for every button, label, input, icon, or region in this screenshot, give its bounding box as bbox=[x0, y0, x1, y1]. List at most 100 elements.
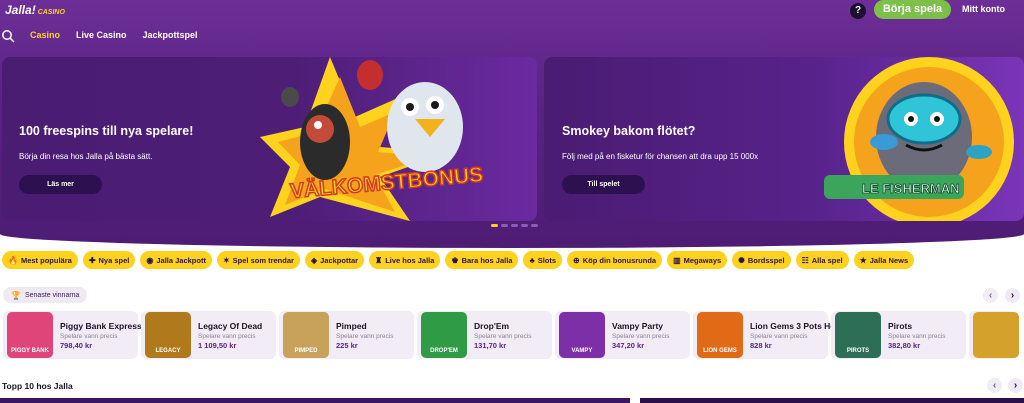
chip-icon: ✺ bbox=[738, 255, 745, 265]
winners-row: PIGGY BANK Piggy Bank Express Spelare vann… bbox=[3, 311, 1019, 359]
read-more-button[interactable]: Läs mer bbox=[19, 175, 102, 194]
chip-label: Slots bbox=[537, 255, 557, 265]
game-name: Pirots bbox=[888, 320, 913, 331]
win-amount: 225 kr bbox=[336, 340, 358, 350]
game-thumbnail: LEGACY bbox=[145, 312, 191, 358]
winner-subtitle: Spelare vann precis bbox=[474, 332, 532, 340]
game-thumbnail bbox=[973, 312, 1019, 358]
game-name: Drop'Em bbox=[474, 320, 510, 331]
category-chip[interactable]: ★ Jalla News bbox=[853, 251, 915, 269]
to-game-button[interactable]: Till spelet bbox=[562, 175, 645, 194]
banner-title: 100 freespins till nya spelare! bbox=[19, 124, 194, 138]
winner-subtitle: Spelare vann precis bbox=[750, 332, 808, 340]
game-name: Piggy Bank Express bbox=[60, 320, 142, 331]
winner-card[interactable]: DROP'EM Drop'Em Spelare vann precis 131,70 … bbox=[417, 311, 552, 359]
chip-label: Spel som trendar bbox=[232, 255, 294, 265]
chip-icon: ★ bbox=[859, 255, 867, 265]
winner-card[interactable] bbox=[969, 311, 1019, 359]
game-thumbnail: PIMPED bbox=[283, 312, 329, 358]
nav-jackpot-games[interactable]: Jackpottspel bbox=[143, 30, 198, 40]
winner-subtitle: Spelare vann precis bbox=[612, 332, 670, 340]
chip-label: Megaways bbox=[683, 255, 722, 265]
winner-info: Piggy Bank Express Spelare vann precis 798… bbox=[60, 321, 142, 350]
top10-preview-strip bbox=[0, 398, 630, 403]
win-amount: 131,70 kr bbox=[474, 340, 507, 350]
top10-prev-button[interactable]: ‹ bbox=[987, 378, 1002, 393]
top-section: Jalla! CASINO ? Börja spela Mitt konto C… bbox=[0, 0, 1024, 248]
banner-title: Smokey bakom flötet? bbox=[562, 124, 696, 138]
winner-card[interactable]: PIROTS Pirots Spelare vann precis 382,80 kr bbox=[831, 311, 966, 359]
logo-text: Jalla! bbox=[5, 3, 36, 17]
category-chip[interactable]: ⊕ Köp din bonusrunda bbox=[567, 251, 663, 269]
winner-card[interactable]: PIGGY BANK Piggy Bank Express Spelare vann… bbox=[3, 311, 142, 359]
game-thumbnail-text: DROP'EM bbox=[430, 348, 458, 354]
account-link[interactable]: Mitt konto bbox=[962, 4, 1005, 14]
category-chip[interactable]: ♣ Slots bbox=[523, 251, 563, 269]
top10-preview-strip bbox=[640, 398, 1024, 403]
top10-next-button[interactable]: › bbox=[1008, 378, 1023, 393]
nav-casino[interactable]: Casino bbox=[30, 30, 60, 40]
game-thumbnail: LION GEMS bbox=[697, 312, 743, 358]
latest-winners-label: 🏆 Senaste vinnarna bbox=[3, 287, 88, 303]
game-name: Vampy Party bbox=[612, 320, 664, 331]
carousel-dot[interactable] bbox=[521, 224, 528, 227]
logo[interactable]: Jalla! CASINO bbox=[5, 3, 65, 17]
category-chip[interactable]: ✚ Nya spel bbox=[82, 251, 136, 269]
winner-info: Pimped Spelare vann precis 225 kr bbox=[336, 321, 393, 350]
win-amount: 798,40 kr bbox=[60, 340, 93, 350]
game-thumbnail: DROP'EM bbox=[421, 312, 467, 358]
game-thumbnail: VAMPY bbox=[559, 312, 605, 358]
category-chip[interactable]: ▥ Megaways bbox=[667, 251, 728, 269]
hero-banner-smokey[interactable]: Smokey bakom flötet? Följ med på en fisk… bbox=[544, 57, 1024, 221]
winner-card[interactable]: VAMPY Vampy Party Spelare vann precis 347,2… bbox=[555, 311, 690, 359]
carousel-dot[interactable] bbox=[531, 224, 538, 227]
category-chip[interactable]: ☷ Alla spel bbox=[795, 251, 849, 269]
category-chip[interactable]: 🔥 Mest populära bbox=[2, 251, 78, 269]
winner-info: Legacy Of Dead Spelare vann precis 1 109,5… bbox=[198, 321, 262, 350]
top10-title: Topp 10 hos Jalla bbox=[2, 381, 73, 391]
chip-label: Jackpottar bbox=[320, 255, 359, 265]
winner-info: Vampy Party Spelare vann precis 347,20 kr bbox=[612, 321, 669, 350]
search-icon[interactable] bbox=[1, 29, 15, 43]
winner-info: Lion Gems 3 Pots Hold and WinSpelare van… bbox=[750, 321, 832, 350]
category-chip[interactable]: ♚ Bara hos Jalla bbox=[445, 251, 519, 269]
logo-subtext: CASINO bbox=[37, 9, 65, 16]
category-chip[interactable]: ✺ Bordsspel bbox=[732, 251, 791, 269]
game-thumbnail-text: PIROTS bbox=[846, 348, 870, 354]
chip-label: Bara hos Jalla bbox=[461, 255, 513, 265]
category-chip[interactable]: ✶ Spel som trendar bbox=[216, 251, 300, 269]
category-chip[interactable]: ♜ Live hos Jalla bbox=[369, 251, 441, 269]
nav-live-casino[interactable]: Live Casino bbox=[76, 30, 127, 40]
game-thumbnail-text: PIMPED bbox=[294, 348, 318, 354]
winner-card[interactable]: PIMPED Pimped Spelare vann precis 225 kr bbox=[279, 311, 414, 359]
main-nav: Casino Live Casino Jackpottspel bbox=[30, 30, 198, 40]
chip-label: Mest populära bbox=[20, 255, 72, 265]
start-playing-button[interactable]: Börja spela bbox=[874, 0, 951, 19]
chip-icon: ♜ bbox=[375, 255, 383, 265]
category-chips: 🔥 Mest populära ✚ Nya spel ◉ Jalla Jackpott ✶ S… bbox=[2, 251, 915, 269]
winner-card[interactable]: LION GEMS Lion Gems 3 Pots Hold and WinSp… bbox=[693, 311, 832, 359]
carousel-dot[interactable] bbox=[511, 224, 518, 227]
chip-icon: ✶ bbox=[222, 255, 230, 265]
winner-info: Drop'Em Spelare vann precis 131,70 kr bbox=[474, 321, 531, 350]
category-chip[interactable]: ◈ Jackpottar bbox=[304, 251, 365, 269]
hero-banner-welcome[interactable]: 100 freespins till nya spelare! Börja di… bbox=[2, 57, 537, 221]
win-amount: 1 109,50 kr bbox=[198, 340, 237, 350]
welcome-bonus-artwork: VÄLKOMSTBONUS bbox=[260, 57, 485, 221]
help-icon[interactable]: ? bbox=[850, 3, 866, 19]
game-thumbnail-text: LION GEMS bbox=[703, 348, 737, 354]
latest-winners-text: Senaste vinnarna bbox=[24, 291, 80, 299]
le-fisherman-text: LE FISHERMAN bbox=[862, 181, 960, 196]
game-name: Lion Gems 3 Pots Hold and Win bbox=[750, 320, 832, 331]
category-chip[interactable]: ◉ Jalla Jackpott bbox=[140, 251, 212, 269]
game-thumbnail-text: LEGACY bbox=[155, 348, 181, 354]
winners-next-button[interactable]: › bbox=[1005, 288, 1020, 303]
carousel-dot[interactable] bbox=[491, 224, 498, 227]
le-fisherman-artwork: LE FISHERMAN bbox=[824, 57, 1014, 221]
carousel-dot[interactable] bbox=[501, 224, 508, 227]
chip-icon: ♣ bbox=[529, 255, 535, 265]
chip-label: Live hos Jalla bbox=[385, 255, 435, 265]
win-amount: 382,80 kr bbox=[888, 340, 921, 350]
winners-prev-button[interactable]: ‹ bbox=[983, 288, 998, 303]
winner-card[interactable]: LEGACY Legacy Of Dead Spelare vann precis 1… bbox=[141, 311, 276, 359]
